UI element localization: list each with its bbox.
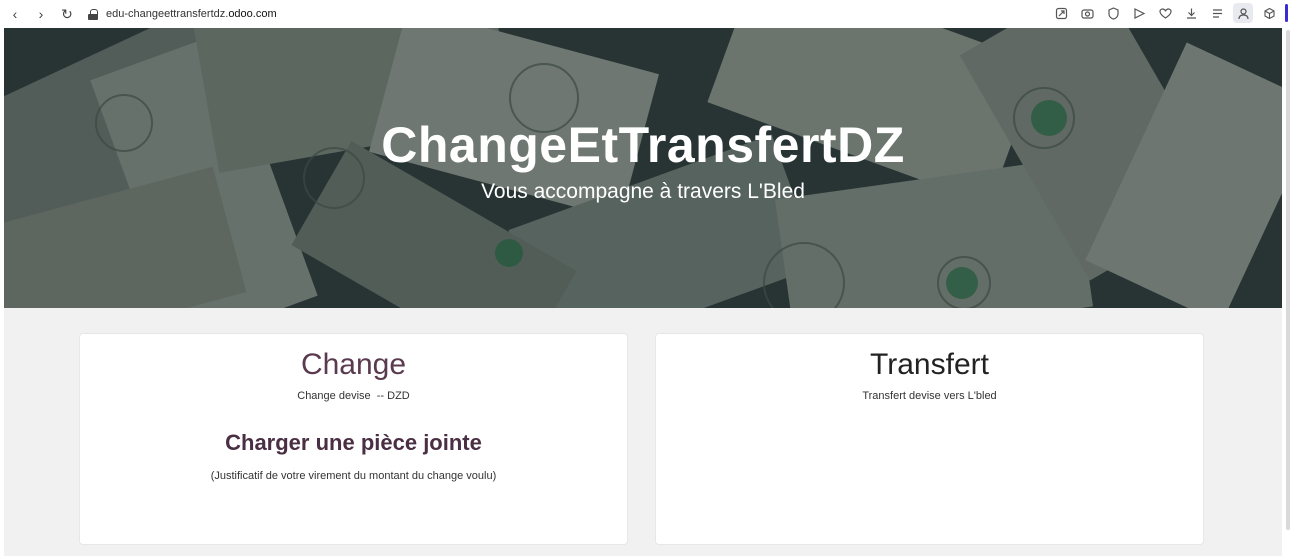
hero-banner: ChangeEtTransfertDZ Vous accompagne à tr… [4, 28, 1282, 308]
hero-title: ChangeEtTransfertDZ [381, 117, 905, 173]
change-card-description: Change devise -- DZD [297, 390, 410, 402]
change-card[interactable]: Change Change devise -- DZD Charger une … [79, 333, 628, 545]
page-scrollbar[interactable] [1286, 30, 1290, 530]
download-icon[interactable] [1181, 3, 1201, 23]
address-bar[interactable]: edu-changeettransfertdz.odoo.com [88, 8, 277, 20]
transfert-card-title: Transfert [870, 348, 989, 381]
back-button[interactable]: ‹ [4, 3, 26, 25]
hero-subtitle: Vous accompagne à travers L'Bled [481, 180, 805, 203]
shield-icon[interactable] [1103, 3, 1123, 23]
change-card-title: Change [300, 348, 407, 381]
url-prefix: edu-changeettransfertdz. [106, 8, 229, 20]
send-icon[interactable] [1129, 3, 1149, 23]
heart-icon[interactable] [1155, 3, 1175, 23]
services-section: Change Change devise -- DZD Charger une … [4, 308, 1282, 556]
url-text[interactable]: edu-changeettransfertdz.odoo.com [106, 8, 277, 20]
extensions-icon[interactable] [1259, 3, 1279, 23]
accent-bar [1285, 4, 1288, 22]
attachment-upload-heading[interactable]: Charger une pièce jointe [80, 430, 627, 456]
toolbar-actions [1051, 3, 1288, 23]
reload-button[interactable]: ↻ [56, 3, 78, 25]
browser-toolbar: ‹ › ↻ edu-changeettransfertdz.odoo.com [0, 0, 1296, 28]
url-domain: odoo.com [228, 8, 277, 20]
share-icon[interactable] [1051, 3, 1071, 23]
profile-icon[interactable] [1233, 3, 1253, 23]
camera-icon[interactable] [1077, 3, 1097, 23]
transfert-card-description: Transfert devise vers L'bled [862, 390, 997, 402]
lock-icon [88, 8, 98, 20]
attachment-note: (Justificatif de votre virement du monta… [210, 470, 497, 482]
list-icon[interactable] [1207, 3, 1227, 23]
transfert-card[interactable]: Transfert Transfert devise vers L'bled [655, 333, 1204, 545]
forward-button[interactable]: › [30, 3, 52, 25]
nav-buttons: ‹ › ↻ [4, 3, 78, 25]
